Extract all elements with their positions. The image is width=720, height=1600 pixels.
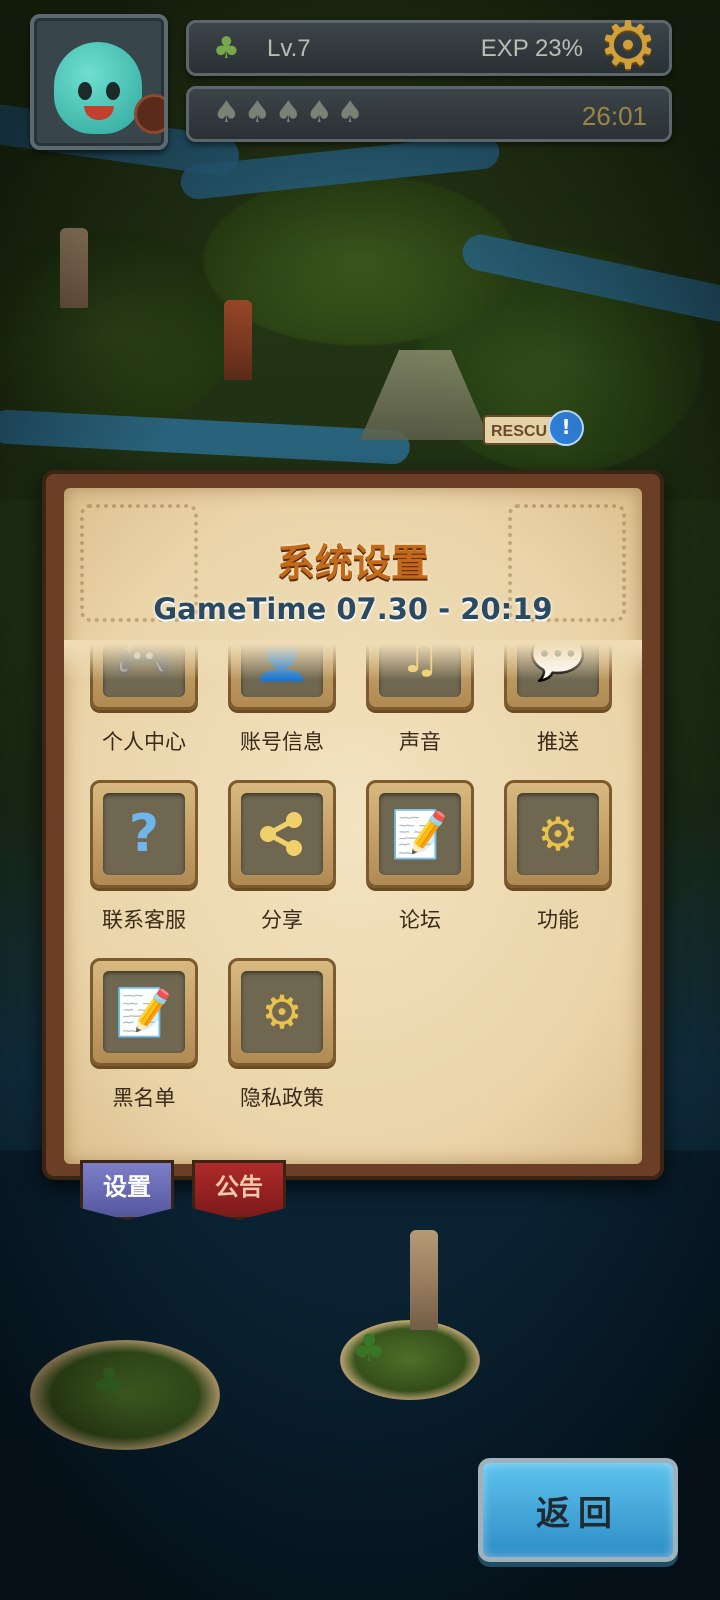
palm-tree-icon: ♣: [92, 1360, 127, 1404]
tile-label: 隐私政策: [240, 1086, 324, 1110]
blacklist-item[interactable]: 📝 黑名单: [90, 958, 198, 1110]
alert-badge[interactable]: !: [548, 410, 584, 446]
avatar-mouth: [84, 106, 114, 120]
settings-grid: 🎮 个人中心 👤 账号信息 ♫ 声音 💬 推送 ? 联系客服: [90, 640, 630, 1110]
avatar-face: [54, 42, 142, 134]
settings-grid-scroll[interactable]: 🎮 个人中心 👤 账号信息 ♫ 声音 💬 推送 ? 联系客服: [64, 640, 642, 1140]
avatar-badge: [134, 94, 164, 134]
tab-settings[interactable]: 设置: [80, 1160, 174, 1220]
palm-tree-icon: ♣: [352, 1326, 387, 1370]
settings-gear-button[interactable]: ⚙: [594, 12, 662, 80]
tile-label: 账号信息: [240, 730, 324, 754]
tile-label: 论坛: [399, 908, 441, 932]
privacy-policy-item[interactable]: ⚙ 隐私政策: [228, 958, 336, 1110]
player-avatar[interactable]: [30, 14, 168, 150]
acorn-icon: ♠: [274, 95, 302, 130]
share-icon: [260, 812, 302, 856]
note-pencil-icon: 📝: [115, 985, 173, 1039]
tile-label: 个人中心: [102, 730, 186, 754]
avatar-eye: [78, 82, 92, 100]
question-icon: ?: [128, 804, 160, 864]
energy-acorns: ♠ ♠ ♠ ♠ ♠: [213, 95, 364, 130]
share-item[interactable]: 分享: [228, 780, 336, 932]
avatar-eye: [106, 82, 120, 100]
tile-label: 联系客服: [102, 908, 186, 932]
acorn-icon: ♠: [336, 95, 364, 130]
lighthouse-tower[interactable]: [410, 1230, 438, 1330]
tab-notice[interactable]: 公告: [192, 1160, 286, 1220]
gear-icon: ⚙: [537, 807, 579, 861]
tile-button[interactable]: ⚙: [228, 958, 336, 1066]
features-item[interactable]: ⚙ 功能: [504, 780, 612, 932]
panel-title: 系统设置: [276, 541, 429, 585]
forum-item[interactable]: 📝 论坛: [366, 780, 474, 932]
tree-icon: ♣: [213, 31, 240, 66]
exp-readout: EXP 23%: [481, 35, 583, 63]
exp-label: EXP: [480, 35, 529, 62]
gear-icon: ⚙: [261, 985, 303, 1039]
tower[interactable]: [60, 228, 88, 308]
tile-button[interactable]: ⚙: [504, 780, 612, 888]
contact-support-item[interactable]: ? 联系客服: [90, 780, 198, 932]
game-time: GameTime 07.30 - 20:19: [153, 592, 553, 626]
exp-percent: 23%: [534, 35, 583, 62]
tile-button[interactable]: ?: [90, 780, 198, 888]
tile-label: 黑名单: [112, 1086, 176, 1110]
acorn-icon: ♠: [243, 95, 271, 130]
acorn-icon: ♠: [213, 95, 240, 130]
tile-label: 推送: [537, 730, 579, 754]
energy-timer: 26:01: [581, 101, 647, 131]
tile-label: 声音: [399, 730, 441, 754]
energy-bar: ♠ ♠ ♠ ♠ ♠ 26:01: [186, 86, 672, 142]
tile-label: 功能: [537, 908, 579, 932]
note-pencil-icon: 📝: [391, 807, 449, 861]
level-label: Lv.7: [267, 35, 311, 62]
tile-button[interactable]: 📝: [366, 780, 474, 888]
scroll-fade: [64, 640, 642, 680]
tower[interactable]: [224, 300, 252, 380]
tile-button[interactable]: [228, 780, 336, 888]
tile-label: 分享: [261, 908, 303, 932]
tile-button[interactable]: 📝: [90, 958, 198, 1066]
gear-icon: ⚙: [598, 7, 658, 84]
acorn-icon: ♠: [305, 95, 333, 130]
back-button[interactable]: 返回: [478, 1458, 678, 1562]
